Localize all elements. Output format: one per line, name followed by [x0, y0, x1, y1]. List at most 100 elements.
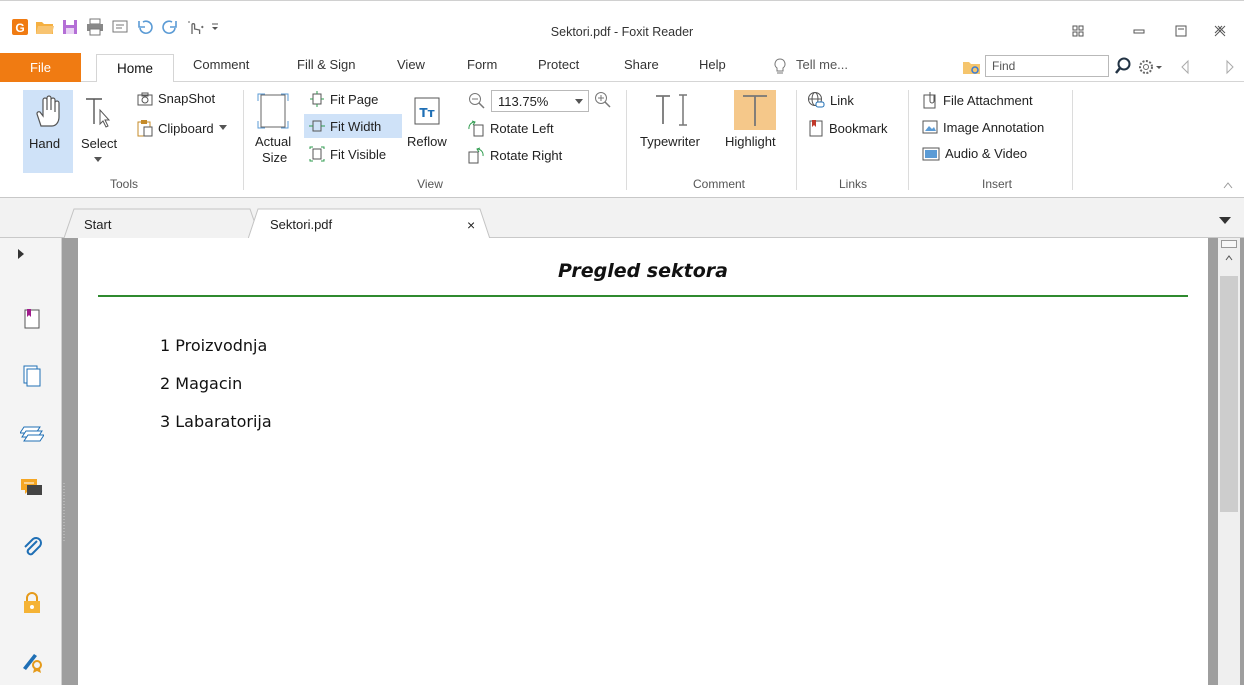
ribbon-panel: Hand Select SnapShot Clipboard Tools Act… — [0, 82, 1244, 198]
zoom-combobox[interactable]: 113.75% — [491, 90, 589, 112]
file-attachment-label: File Attachment — [943, 92, 1033, 108]
rotate-right-label: Rotate Right — [490, 147, 563, 163]
scroll-top-handle[interactable] — [1221, 240, 1237, 248]
pdf-page: Pregled sektora 1 Proizvodnja 2 Magacin … — [78, 238, 1208, 685]
highlight-button[interactable]: Highlight — [725, 134, 776, 149]
snapshot-button[interactable]: SnapShot — [137, 91, 215, 106]
typewriter-icon[interactable] — [653, 92, 693, 131]
fit-visible-label: Fit Visible — [330, 146, 387, 162]
bookmark-label: Bookmark — [829, 120, 888, 136]
group-separator — [908, 90, 909, 190]
close-icon[interactable] — [1205, 20, 1235, 42]
expand-panel-icon[interactable] — [17, 248, 25, 263]
select-dropdown-icon[interactable] — [94, 152, 102, 166]
actual-size-icon[interactable] — [257, 93, 289, 132]
reflow-button[interactable]: Reflow — [407, 134, 447, 149]
scrollbar-thumb[interactable] — [1220, 276, 1238, 512]
link-button[interactable]: Link — [807, 91, 854, 109]
fit-page-label: Fit Page — [330, 91, 379, 107]
rotate-left-button[interactable]: Rotate Left — [467, 119, 554, 137]
zoom-out-icon[interactable] — [468, 92, 486, 113]
scroll-up-icon[interactable] — [1225, 255, 1233, 261]
page-title: Pregled sektora — [558, 260, 728, 282]
security-panel-icon[interactable] — [20, 591, 44, 615]
image-annotation-icon — [922, 120, 938, 134]
minimize-icon[interactable] — [1124, 20, 1154, 42]
audio-video-icon — [922, 147, 940, 160]
audio-video-label: Audio & Video — [945, 146, 1028, 161]
panel-splitter[interactable] — [62, 238, 78, 685]
group-separator — [796, 90, 797, 190]
tab-file[interactable]: File — [0, 53, 81, 82]
highlight-icon[interactable] — [734, 90, 776, 130]
reflow-icon[interactable]: Tт — [413, 96, 441, 129]
actual-size-label-2[interactable]: Size — [262, 150, 287, 165]
tell-me-search[interactable]: Tell me... — [796, 57, 848, 72]
restore-grid-icon[interactable] — [1063, 20, 1093, 42]
rotate-left-icon — [468, 120, 484, 137]
tools-group-label: Tools — [109, 177, 138, 191]
insert-group-label: Insert — [981, 177, 1012, 191]
search-icon[interactable] — [1114, 56, 1132, 79]
bookmark-button[interactable]: Bookmark — [808, 119, 888, 137]
typewriter-button[interactable]: Typewriter — [640, 134, 700, 149]
lightbulb-icon — [773, 58, 787, 79]
tab-share[interactable]: Share — [624, 57, 659, 72]
bookmark-panel-icon[interactable] — [20, 307, 44, 331]
tab-view[interactable]: View — [397, 57, 425, 72]
signature-panel-icon[interactable] — [20, 650, 44, 674]
pages-panel-icon[interactable] — [20, 364, 44, 388]
window-title: Sektori.pdf - Foxit Reader — [550, 25, 694, 39]
attachments-panel-icon[interactable] — [20, 535, 44, 559]
view-group-label: View — [417, 177, 443, 191]
fit-width-button[interactable]: Fit Width — [309, 118, 381, 134]
doc-tab-close-icon[interactable]: × — [467, 217, 475, 233]
layers-panel-icon[interactable] — [20, 420, 44, 444]
hand-icon[interactable] — [32, 94, 62, 131]
snapshot-label: SnapShot — [158, 91, 216, 106]
actual-size-label-1[interactable]: Actual — [255, 134, 291, 149]
nav-next-icon[interactable] — [1225, 59, 1235, 78]
hand-tool-button[interactable]: Hand — [29, 136, 60, 151]
collapse-ribbon-icon[interactable] — [1223, 178, 1233, 192]
zoom-value: 113.75% — [498, 93, 549, 109]
zoom-in-icon[interactable] — [594, 91, 612, 112]
tab-fill-sign[interactable]: Fill & Sign — [297, 57, 356, 72]
rotate-right-button[interactable]: Rotate Right — [467, 146, 562, 164]
bookmark-page-icon — [809, 120, 823, 137]
tab-protect[interactable]: Protect — [538, 57, 579, 72]
tab-form[interactable]: Form — [467, 57, 497, 72]
doc-tab-start[interactable]: Start — [64, 208, 260, 238]
settings-gear-icon[interactable] — [1138, 58, 1164, 79]
tab-list-dropdown-icon[interactable] — [1219, 214, 1231, 228]
select-text-icon[interactable] — [84, 96, 112, 131]
comments-panel-icon[interactable] — [20, 476, 44, 500]
list-item: 3 Labaratorija — [160, 412, 272, 431]
doc-tab-start-label: Start — [84, 217, 112, 232]
find-folder-icon — [962, 58, 982, 79]
clipboard-button[interactable]: Clipboard — [137, 119, 227, 137]
navigation-panel — [0, 238, 62, 685]
file-attachment-icon — [923, 92, 936, 109]
document-tab-bar: Start Sektori.pdf × — [0, 198, 1244, 239]
tab-comment[interactable]: Comment — [193, 57, 249, 72]
file-attachment-button[interactable]: File Attachment — [922, 91, 1033, 109]
comment-group-label: Comment — [692, 177, 745, 191]
doc-tab-sektori[interactable]: Sektori.pdf × — [248, 208, 490, 239]
nav-prev-icon[interactable] — [1180, 59, 1190, 78]
links-group-label: Links — [838, 177, 867, 191]
image-annotation-button[interactable]: Image Annotation — [922, 119, 1044, 135]
tab-home[interactable]: Home — [96, 54, 174, 83]
fit-visible-button[interactable]: Fit Visible — [309, 146, 386, 162]
zoom-dropdown-icon — [575, 99, 583, 104]
audio-video-button[interactable]: Audio & Video — [922, 146, 1027, 161]
maximize-icon[interactable] — [1166, 20, 1196, 42]
camera-icon — [137, 92, 153, 105]
select-tool-button[interactable]: Select — [81, 136, 117, 151]
fit-page-button[interactable]: Fit Page — [309, 91, 378, 107]
group-separator — [626, 90, 627, 190]
clipboard-label: Clipboard — [158, 120, 214, 136]
title-underline — [98, 295, 1188, 297]
tab-help[interactable]: Help — [699, 57, 726, 72]
find-input[interactable]: Find — [985, 55, 1109, 77]
